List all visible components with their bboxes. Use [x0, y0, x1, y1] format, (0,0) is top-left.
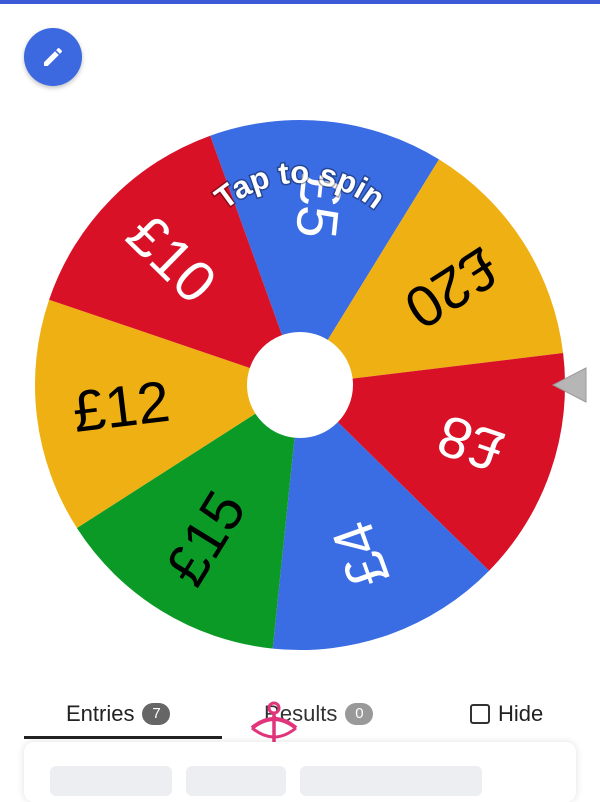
- hide-toggle[interactable]: Hide: [470, 690, 543, 738]
- results-count-badge: 0: [345, 703, 374, 725]
- spin-wheel[interactable]: £5 £20 £8 £4 £15 £12 £10 Tap to spin: [0, 0, 600, 700]
- tab-entries-label: Entries: [66, 701, 135, 726]
- shuffle-button[interactable]: [50, 766, 172, 796]
- hide-checkbox[interactable]: [470, 704, 490, 724]
- wheel-graphic[interactable]: £5£20£8£4£15£12£10 Tap to spin: [0, 0, 600, 700]
- add-image-button[interactable]: [300, 766, 482, 796]
- tab-entries[interactable]: Entries 7: [66, 690, 171, 738]
- active-tab-indicator: [24, 736, 222, 739]
- hide-label: Hide: [498, 701, 544, 726]
- entries-panel: [24, 742, 576, 802]
- entries-count-badge: 7: [142, 703, 171, 725]
- wheel-segment-label: £12: [69, 369, 173, 445]
- wheel-center[interactable]: [247, 332, 353, 438]
- sort-button[interactable]: [186, 766, 286, 796]
